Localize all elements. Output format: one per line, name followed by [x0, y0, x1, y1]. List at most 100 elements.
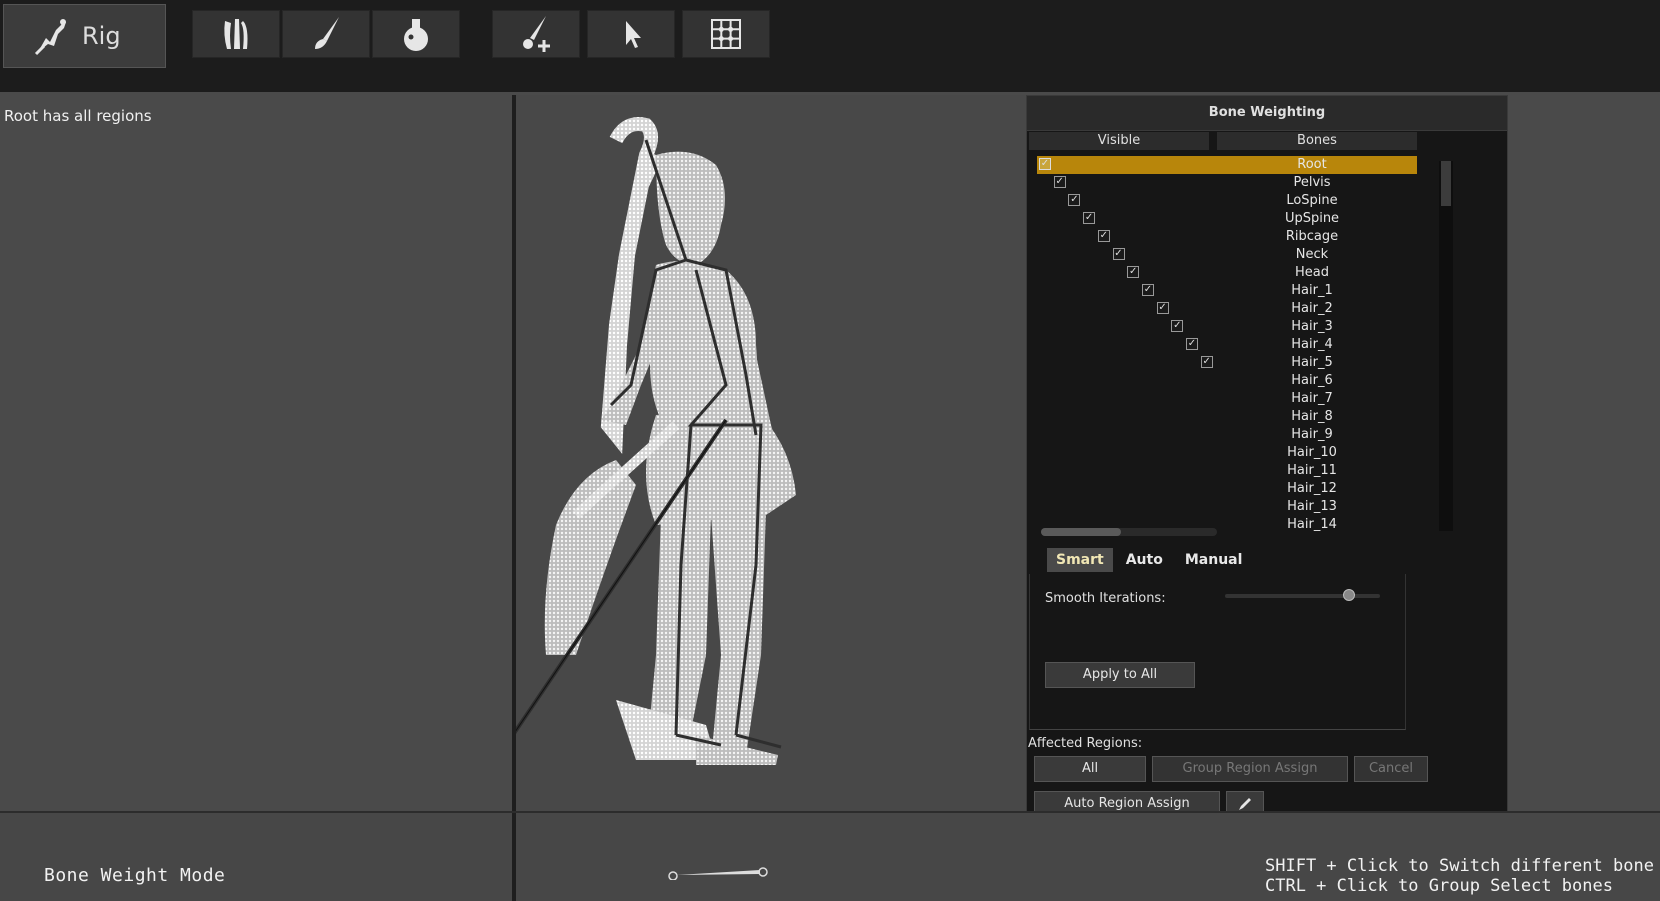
tab-smart[interactable]: Smart — [1047, 548, 1113, 572]
bucket-fill-icon — [404, 19, 428, 51]
bone-row[interactable]: ✓ UpSpine — [1037, 210, 1417, 228]
horizontal-scroll-thumb[interactable] — [1041, 528, 1121, 536]
bone-row[interactable]: Hair_12 — [1037, 480, 1417, 498]
bone-row[interactable]: ✓ Hair_1 — [1037, 282, 1417, 300]
bone-name: Ribcage — [1285, 229, 1339, 244]
brush-icon — [315, 17, 339, 49]
visible-checkbox[interactable]: ✓ — [1039, 158, 1051, 170]
bone-row[interactable]: ✓ Hair_2 — [1037, 300, 1417, 318]
bone-row[interactable]: ✓ Head — [1037, 264, 1417, 282]
vertical-scroll-thumb[interactable] — [1441, 161, 1451, 206]
bone-name: Root — [1297, 157, 1327, 172]
pencil-icon — [1239, 798, 1251, 810]
tab-auto[interactable]: Auto — [1117, 548, 1172, 572]
visible-checkbox[interactable]: ✓ — [1141, 284, 1154, 296]
bone-name: Hair_12 — [1287, 481, 1337, 496]
bone-row[interactable]: Hair_6 — [1037, 372, 1417, 390]
bone-tool-icon — [224, 19, 248, 49]
smooth-iterations-label: Smooth Iterations: — [1045, 591, 1166, 606]
grid-button[interactable] — [682, 10, 770, 58]
visible-checkbox[interactable]: ✓ — [1171, 320, 1184, 332]
bone-row[interactable]: Hair_11 — [1037, 462, 1417, 480]
visible-checkbox[interactable]: ✓ — [1127, 266, 1140, 278]
bone-row[interactable]: Hair_10 — [1037, 444, 1417, 462]
bone-name: Hair_5 — [1291, 355, 1333, 370]
visible-checkbox[interactable]: ✓ — [1083, 212, 1096, 224]
ctrl-click-hint: CTRL + Click to Group Select bones — [1265, 876, 1613, 896]
bone-name: Hair_4 — [1291, 337, 1333, 352]
bone-weighting-panel: Bone Weighting Visible Bones ✓ Root ✓ Pelvi… — [1026, 95, 1508, 833]
rig-figure-icon — [34, 19, 66, 56]
region-status-message: Root has all regions — [4, 107, 152, 125]
select-button[interactable] — [587, 10, 675, 58]
bones-column-header[interactable]: Bones — [1217, 132, 1417, 150]
character-viewport[interactable] — [492, 95, 1026, 811]
affected-regions-label: Affected Regions: — [1028, 736, 1143, 751]
smooth-iterations-slider[interactable] — [1225, 589, 1380, 601]
bone-row[interactable]: Hair_13 — [1037, 498, 1417, 516]
bone-preview-icon — [668, 867, 768, 880]
bone-name: Hair_9 — [1291, 427, 1333, 442]
bone-name: UpSpine — [1284, 211, 1340, 226]
bone-name: Head — [1295, 265, 1329, 280]
bone-name: Hair_2 — [1291, 301, 1333, 316]
bone-row[interactable]: ✓ Neck — [1037, 246, 1417, 264]
visible-checkbox[interactable]: ✓ — [1112, 248, 1125, 260]
character-mesh — [492, 117, 796, 765]
visible-checkbox[interactable]: ✓ — [1097, 230, 1110, 242]
bone-row[interactable]: ✓ Hair_3 — [1037, 318, 1417, 336]
visible-checkbox[interactable]: ✓ — [1200, 356, 1213, 368]
bone-row[interactable]: ✓ Hair_4 — [1037, 336, 1417, 354]
bone-row[interactable]: Hair_9 — [1037, 426, 1417, 444]
paint-brush-button[interactable] — [282, 10, 370, 58]
smart-settings-panel: Smooth Iterations: Apply to All — [1029, 574, 1406, 730]
shift-click-hint: SHIFT + Click to Switch different bone — [1265, 856, 1654, 876]
bone-row[interactable]: ✓ Ribcage — [1037, 228, 1417, 246]
bone-name: Hair_13 — [1287, 499, 1337, 514]
visible-column-header[interactable]: Visible — [1029, 132, 1209, 150]
add-bone-icon — [523, 16, 550, 52]
all-regions-button[interactable]: All — [1034, 756, 1146, 782]
bone-row[interactable]: Hair_8 — [1037, 408, 1417, 426]
visible-checkbox[interactable]: ✓ — [1053, 176, 1066, 188]
bottom-pane-divider — [512, 813, 516, 901]
left-pane: Root has all regions — [0, 95, 512, 811]
visible-checkbox[interactable]: ✓ — [1068, 194, 1081, 206]
add-bone-button[interactable] — [492, 10, 580, 58]
cancel-button[interactable]: Cancel — [1354, 756, 1428, 782]
bone-tool-button[interactable] — [192, 10, 280, 58]
mode-label: Bone Weight Mode — [44, 865, 226, 886]
bone-row[interactable]: ✓ Pelvis — [1037, 174, 1417, 192]
bone-name: LoSpine — [1286, 193, 1338, 208]
bone-name: Hair_7 — [1291, 391, 1333, 406]
bone-row[interactable]: ✓ Root — [1037, 156, 1417, 174]
visible-checkbox[interactable]: ✓ — [1156, 302, 1169, 314]
bone-name: Hair_6 — [1291, 373, 1333, 388]
bucket-fill-button[interactable] — [372, 10, 460, 58]
rig-button[interactable]: Rig — [3, 4, 166, 68]
bone-name: Hair_3 — [1291, 319, 1333, 334]
bone-name: Neck — [1295, 247, 1329, 262]
weight-mode-tabs: Smart Auto Manual — [1047, 548, 1251, 572]
bone-name: Hair_1 — [1291, 283, 1333, 298]
grid-icon — [711, 19, 741, 49]
apply-to-all-button[interactable]: Apply to All — [1045, 662, 1195, 688]
bone-row[interactable]: Hair_7 — [1037, 390, 1417, 408]
bone-row[interactable]: ✓ LoSpine — [1037, 192, 1417, 210]
top-toolbar: Rig — [0, 0, 1660, 92]
panel-title: Bone Weighting — [1027, 96, 1507, 131]
rig-label: Rig — [82, 22, 121, 50]
bone-name: Pelvis — [1293, 175, 1331, 190]
bone-list-vertical-scrollbar[interactable] — [1439, 161, 1453, 531]
group-region-assign-button[interactable]: Group Region Assign — [1152, 756, 1348, 782]
smooth-iterations-knob[interactable] — [1343, 589, 1355, 601]
visible-checkbox[interactable]: ✓ — [1186, 338, 1198, 350]
select-cursor-icon — [626, 21, 641, 48]
bone-name: Hair_14 — [1287, 517, 1337, 532]
bone-list-horizontal-scrollbar[interactable] — [1041, 528, 1217, 536]
tab-manual[interactable]: Manual — [1176, 548, 1252, 572]
bone-row[interactable]: ✓ Hair_5 — [1037, 354, 1417, 372]
bone-name: Hair_11 — [1287, 463, 1337, 478]
bone-name: Hair_10 — [1287, 445, 1337, 460]
bone-name: Hair_8 — [1291, 409, 1333, 424]
